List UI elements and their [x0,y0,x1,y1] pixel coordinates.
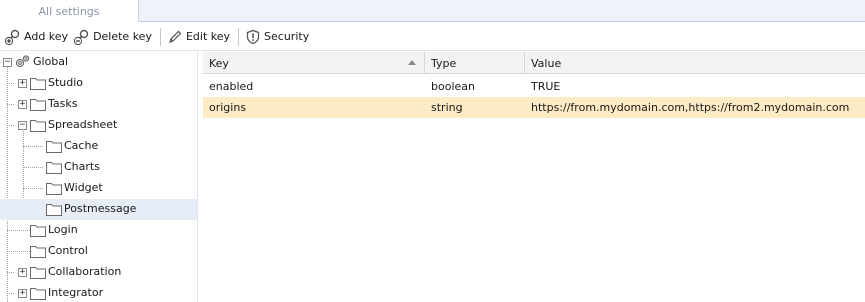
tree-node-charts[interactable]: Charts [0,157,197,178]
tab-all-settings[interactable]: All settings [0,0,139,22]
sort-ascending-icon [408,60,416,65]
add-key-icon [4,28,22,46]
tree-node-collaboration[interactable]: + Collaboration [0,262,197,283]
shield-icon [244,28,262,46]
toolbar: Add key Delete key Edit key Security [0,23,865,51]
grid-header: Key Type Value [203,52,865,74]
security-button[interactable]: Security [243,26,313,48]
tree-node-spreadsheet[interactable]: − Spreadsheet [0,115,197,136]
cell-key: origins [209,101,247,114]
folder-icon [46,139,62,153]
tree-node-label: Cache [64,139,99,152]
delete-key-label: Delete key [93,30,152,43]
cell-type: boolean [431,80,475,93]
expand-icon[interactable]: + [18,79,27,88]
tree-node-label: Tasks [48,97,78,110]
folder-icon [30,97,46,111]
tree-node-label: Login [48,223,78,236]
tree-node-label: Postmessage [64,202,137,215]
tree-node-label: Studio [48,76,84,89]
delete-key-button[interactable]: Delete key [72,26,156,48]
expand-icon[interactable]: + [18,268,27,277]
security-label: Security [264,30,310,43]
tree-node-studio[interactable]: + Studio [0,73,197,94]
tab-strip: All settings [0,0,865,22]
add-key-label: Add key [24,30,69,43]
tree-node-label: Spreadsheet [48,118,118,131]
tree-node-cache[interactable]: Cache [0,136,197,157]
tree-node-global[interactable]: − Global [0,52,197,73]
tree-node-login[interactable]: Login [0,220,197,241]
folder-icon [30,286,46,300]
tree-node-tasks[interactable]: + Tasks [0,94,197,115]
cell-value: https://from.mydomain.com,https://from2.… [531,101,850,114]
collapse-icon[interactable]: − [18,121,27,130]
toolbar-separator [159,27,161,46]
tree-node-integrator[interactable]: + Integrator [0,283,197,302]
column-header-type[interactable]: Type [425,52,525,74]
tree-node-label: Widget [64,181,103,194]
tree-node-label: Charts [64,160,100,173]
cell-type: string [431,101,463,114]
folder-icon [46,160,62,174]
tree-node-label: Control [48,244,88,257]
column-header-label: Value [531,56,562,70]
tree-node-widget[interactable]: Widget [0,178,197,199]
folder-icon [46,202,62,216]
collapse-icon[interactable]: − [3,58,12,67]
folder-icon [30,244,46,258]
column-header-label: Key [209,56,229,70]
tree-node-label: Global [33,55,69,68]
column-header-label: Type [431,56,457,70]
expand-icon[interactable]: + [18,100,27,109]
toolbar-separator [238,27,240,46]
add-key-button[interactable]: Add key [3,26,72,48]
expand-icon[interactable]: + [18,289,27,298]
delete-key-icon [73,28,91,46]
pencil-icon [166,28,184,46]
table-row[interactable]: enabled boolean TRUE [203,76,865,97]
folder-icon [30,118,46,132]
column-header-value[interactable]: Value [525,52,865,74]
folder-icon [30,223,46,237]
edit-key-label: Edit key [185,30,231,43]
settings-tree: − Global + Studio + Tasks − Spreadsheet … [0,52,198,302]
tree-node-label: Integrator [48,286,104,299]
tree-node-label: Collaboration [48,265,122,278]
settings-grid: Key Type Value enabled boolean TRUE orig… [203,52,865,302]
folder-icon [30,265,46,279]
gear-icon [14,54,30,68]
tree-node-control[interactable]: Control [0,241,197,262]
cell-key: enabled [209,80,254,93]
folder-icon [30,76,46,90]
tree-node-postmessage[interactable]: Postmessage [0,199,197,220]
folder-icon [46,181,62,195]
table-row-selected[interactable]: origins string https://from.mydomain.com… [203,97,865,118]
cell-value: TRUE [531,80,561,93]
column-header-key[interactable]: Key [203,52,425,74]
edit-key-button[interactable]: Edit key [165,26,234,48]
